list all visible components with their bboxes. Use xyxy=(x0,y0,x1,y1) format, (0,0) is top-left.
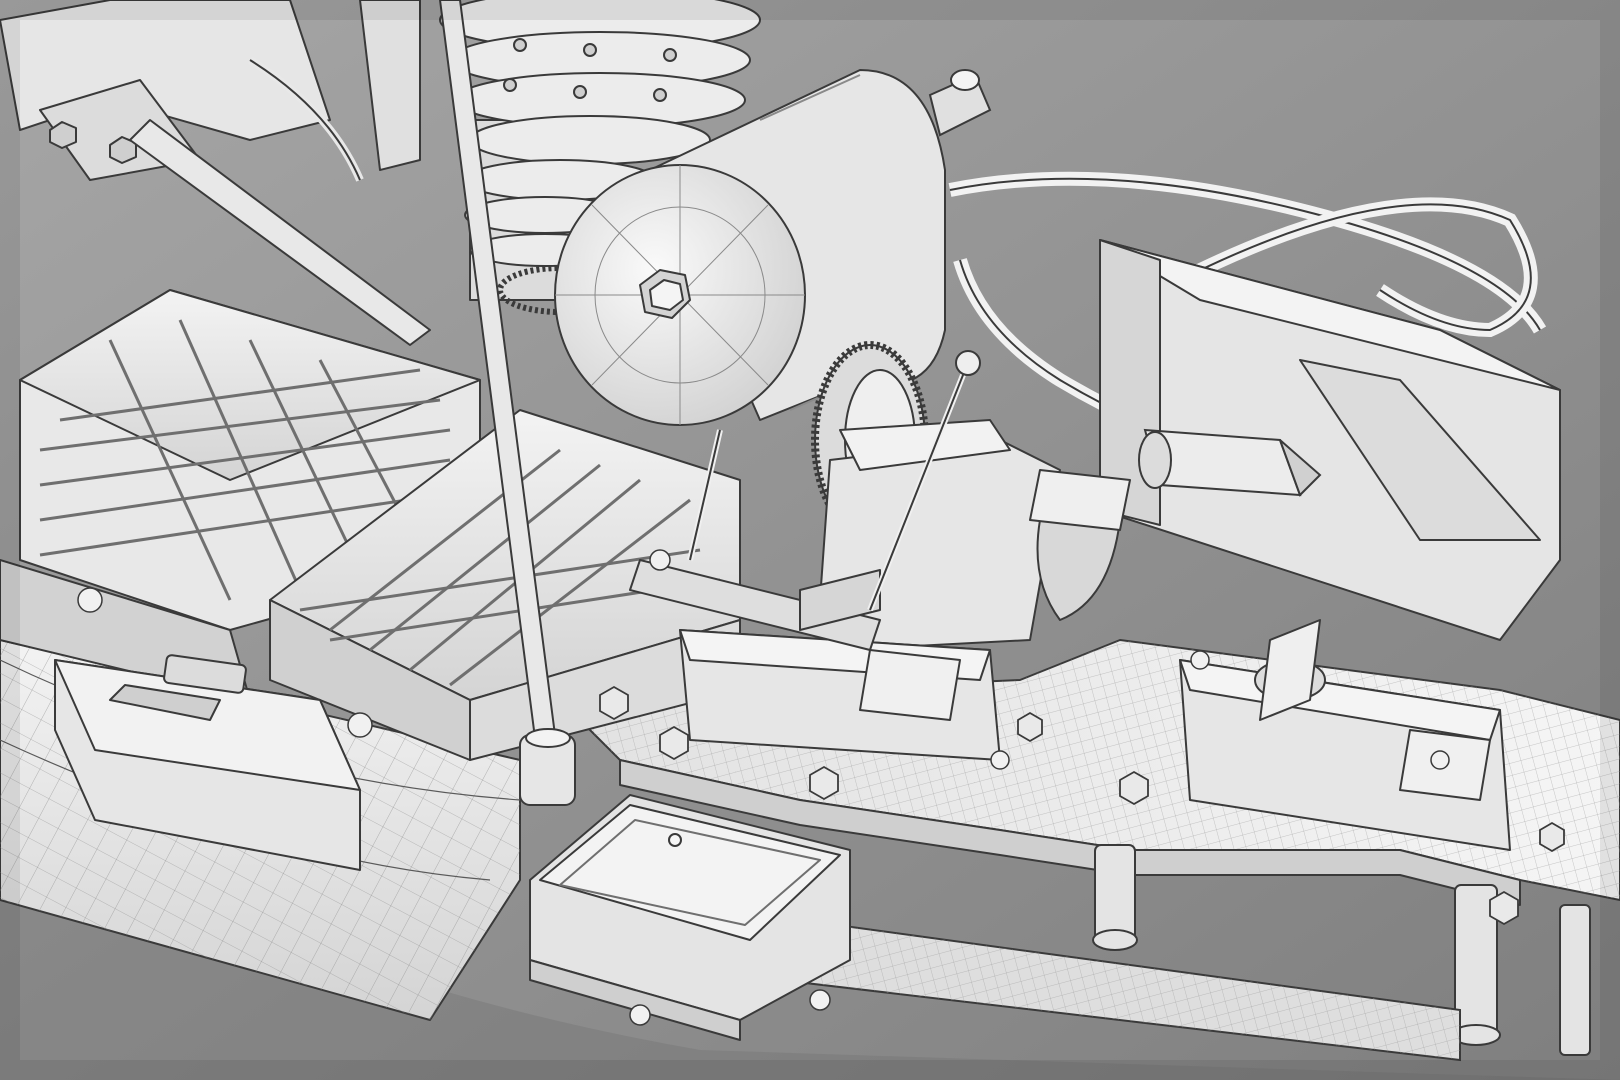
buggy-render xyxy=(0,0,1620,1080)
render-scene xyxy=(0,0,1620,1080)
